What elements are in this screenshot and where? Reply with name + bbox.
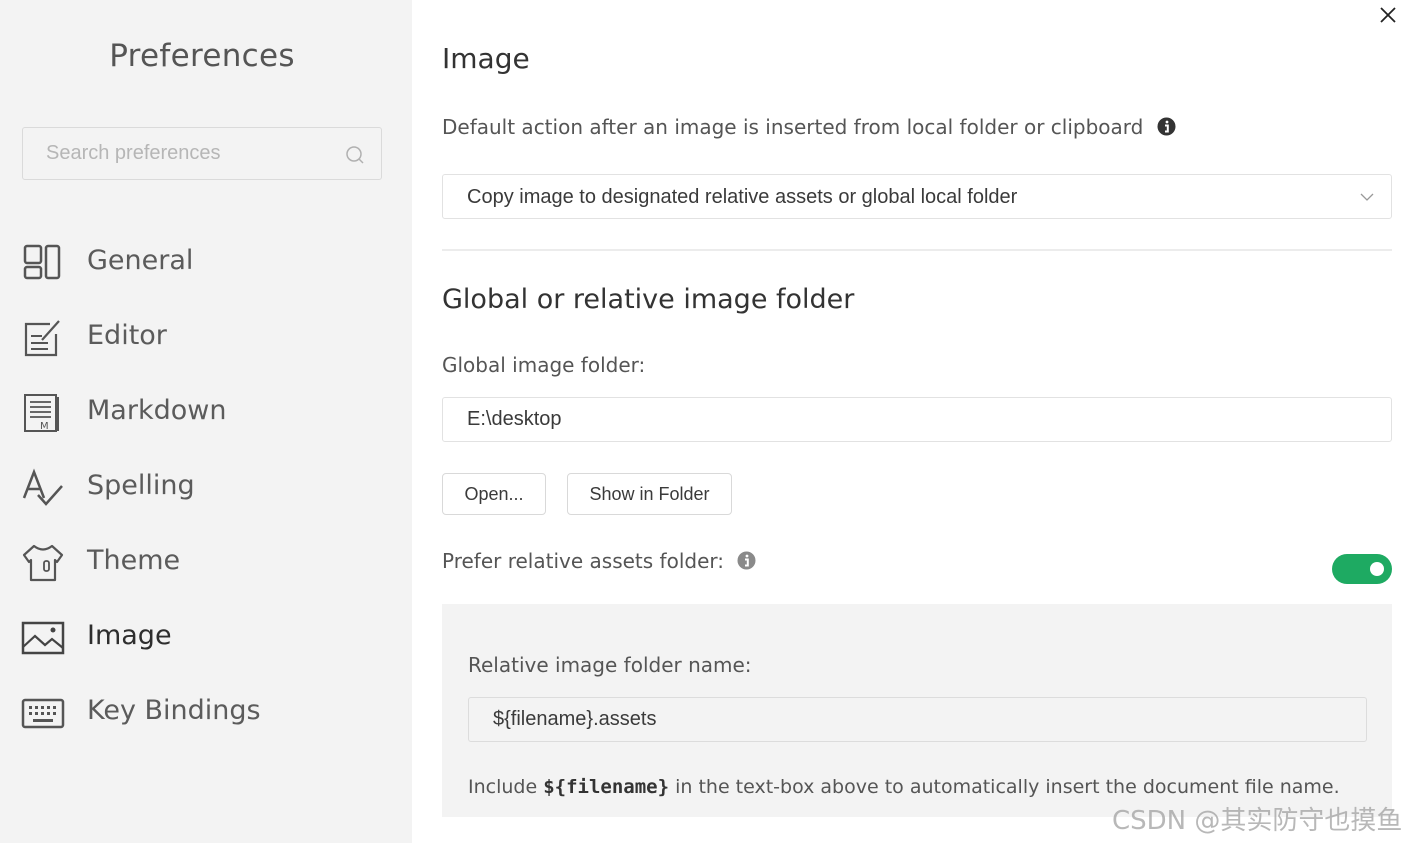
theme-icon: [22, 544, 64, 582]
sidebar: Preferences General Editor: [0, 0, 412, 843]
prefer-relative-label: Prefer relative assets folder:: [442, 549, 724, 573]
relative-folder-field[interactable]: [468, 697, 1367, 742]
note-suffix: in the text-box above to automatically i…: [669, 776, 1340, 798]
default-action-label-row: Default action after an image is inserte…: [442, 115, 1176, 139]
prefer-relative-label-row: Prefer relative assets folder:: [442, 549, 756, 573]
sidebar-item-editor[interactable]: Editor: [0, 306, 412, 370]
search-box[interactable]: [22, 127, 382, 180]
sidebar-item-theme[interactable]: Theme: [0, 531, 412, 595]
sidebar-item-label: General: [87, 245, 194, 276]
sidebar-item-image[interactable]: Image: [0, 606, 412, 670]
sidebar-item-label: Key Bindings: [87, 695, 261, 726]
markdown-icon: M: [24, 394, 59, 432]
image-icon: [21, 621, 65, 655]
sidebar-item-markdown[interactable]: M Markdown: [0, 381, 412, 445]
info-icon[interactable]: [1157, 117, 1176, 136]
default-action-select[interactable]: Copy image to designated relative assets…: [442, 174, 1392, 219]
global-folder-label: Global image folder:: [442, 353, 646, 377]
info-icon[interactable]: [737, 551, 756, 570]
svg-text:M: M: [40, 421, 49, 432]
sidebar-item-general[interactable]: General: [0, 231, 412, 295]
show-in-folder-button[interactable]: Show in Folder: [567, 473, 732, 515]
editor-icon: [24, 320, 60, 357]
divider: [442, 249, 1392, 251]
sidebar-item-label: Markdown: [87, 395, 227, 426]
open-button[interactable]: Open...: [442, 473, 546, 515]
sidebar-item-label: Theme: [87, 545, 181, 576]
relative-folder-panel: Relative image folder name: Include ${fi…: [442, 604, 1392, 817]
page-title: Image: [442, 42, 530, 75]
search-icon[interactable]: [345, 145, 365, 165]
note-prefix: Include: [468, 776, 544, 798]
toggle-knob: [1370, 562, 1384, 576]
default-action-value: Copy image to designated relative assets…: [467, 186, 1018, 208]
relative-folder-input[interactable]: [469, 698, 1366, 741]
chevron-down-icon: [1360, 193, 1374, 201]
watermark: CSDN @其实防守也摸鱼: [1112, 806, 1403, 836]
prefer-relative-toggle[interactable]: [1332, 554, 1392, 584]
main-panel: Image Default action after an image is i…: [442, 0, 1392, 843]
sidebar-item-key-bindings[interactable]: Key Bindings: [0, 681, 412, 745]
sidebar-item-label: Spelling: [87, 470, 195, 501]
sidebar-item-label: Editor: [87, 320, 167, 351]
sidebar-item-spelling[interactable]: Spelling: [0, 456, 412, 520]
search-input[interactable]: [23, 128, 333, 179]
global-folder-field[interactable]: [442, 397, 1392, 442]
spelling-icon: [22, 468, 63, 506]
relative-folder-note: Include ${filename} in the text-box abov…: [468, 776, 1340, 798]
note-code: ${filename}: [543, 776, 670, 798]
relative-folder-label: Relative image folder name:: [468, 653, 752, 677]
keyboard-icon: [21, 698, 65, 729]
preferences-title: Preferences: [109, 38, 295, 74]
general-icon: [23, 244, 61, 280]
global-folder-input[interactable]: [443, 398, 1391, 441]
sidebar-item-label: Image: [87, 620, 172, 651]
default-action-label: Default action after an image is inserte…: [442, 115, 1144, 139]
folder-section-title: Global or relative image folder: [442, 284, 855, 315]
